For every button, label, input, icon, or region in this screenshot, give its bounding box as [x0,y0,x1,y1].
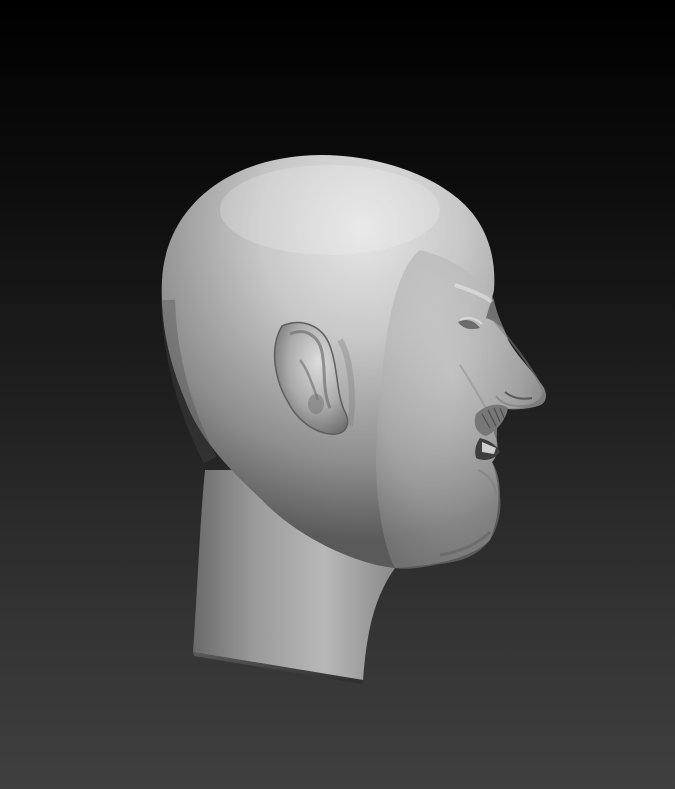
head-render [161,154,547,684]
render-viewport[interactable] [0,0,675,789]
